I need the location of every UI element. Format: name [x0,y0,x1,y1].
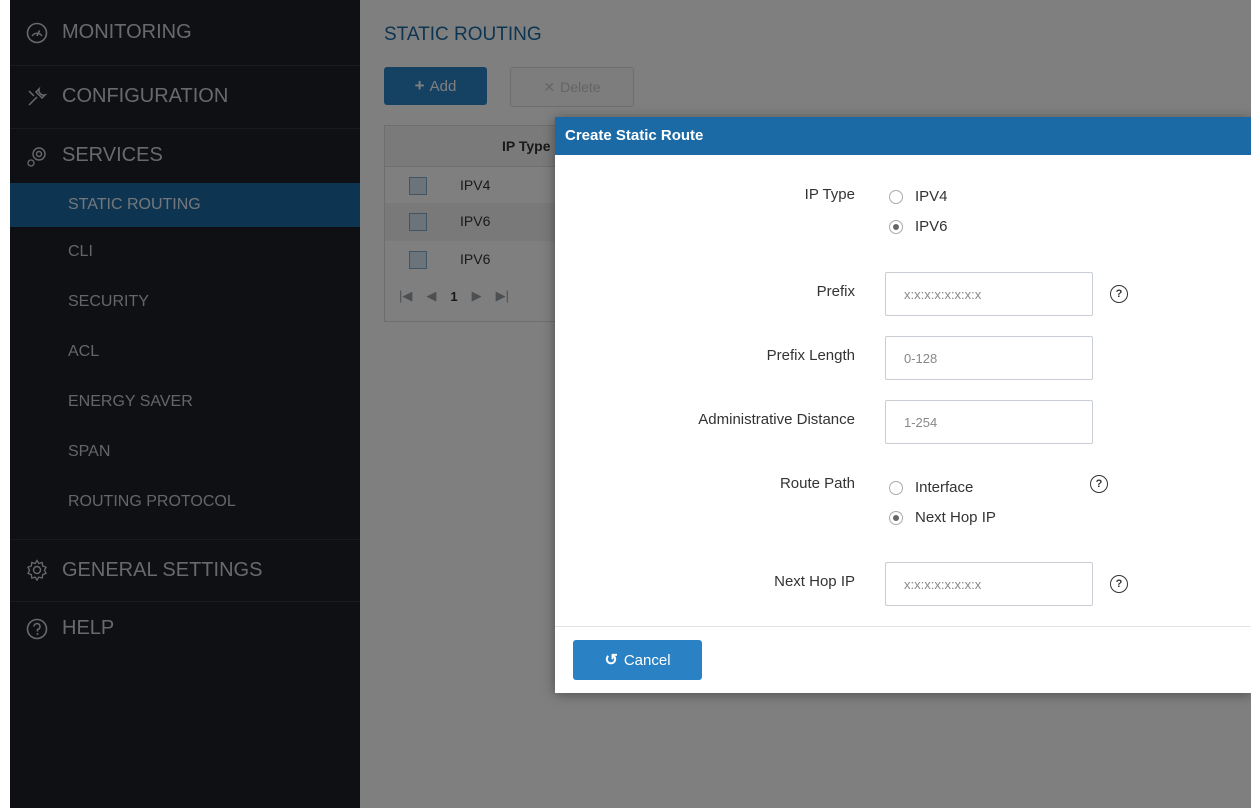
route-path-option-interface[interactable]: Interface [889,479,973,496]
prefix-length-input[interactable] [885,336,1093,380]
route-path-option-next-hop[interactable]: Next Hop IP [889,509,996,526]
prefix-label: Prefix [816,283,855,300]
prefix-help-icon[interactable]: ? [1110,285,1128,303]
interface-option-label: Interface [915,479,974,496]
route-path-help-icon[interactable]: ? [1090,475,1108,493]
create-static-route-dialog: Create Static Route IP Type IPV4 IPV6 Pr… [555,117,1251,693]
next-hop-option-label: Next Hop IP [915,509,996,526]
cancel-button[interactable]: ↺ Cancel [573,640,702,680]
admin-distance-input[interactable] [885,400,1093,444]
dialog-title: Create Static Route [555,117,1251,155]
next-hop-help-icon[interactable]: ? [1110,575,1128,593]
radio-selected-icon[interactable] [889,219,903,234]
admin-distance-label: Administrative Distance [698,411,855,428]
ip-type-option-ipv6[interactable]: IPV6 [889,218,948,235]
dialog-footer: ↺ Cancel [555,626,1251,693]
app-frame: MONITORING CONFIGURATION SERVICES STATIC… [10,0,1251,808]
ipv6-option-label: IPV6 [915,218,948,235]
next-hop-label: Next Hop IP [774,573,855,590]
prefix-input[interactable] [885,272,1093,316]
ip-type-label: IP Type [804,186,855,203]
undo-icon: ↺ [604,652,618,669]
next-hop-input[interactable] [885,562,1093,606]
ip-type-option-ipv4[interactable]: IPV4 [889,188,948,205]
cancel-button-label: Cancel [623,651,671,669]
ipv4-option-label: IPV4 [915,188,948,205]
prefix-length-label: Prefix Length [766,347,855,364]
radio-icon[interactable] [889,480,903,495]
radio-icon[interactable] [889,189,903,204]
route-path-label: Route Path [779,475,855,492]
radio-selected-icon[interactable] [889,510,903,525]
